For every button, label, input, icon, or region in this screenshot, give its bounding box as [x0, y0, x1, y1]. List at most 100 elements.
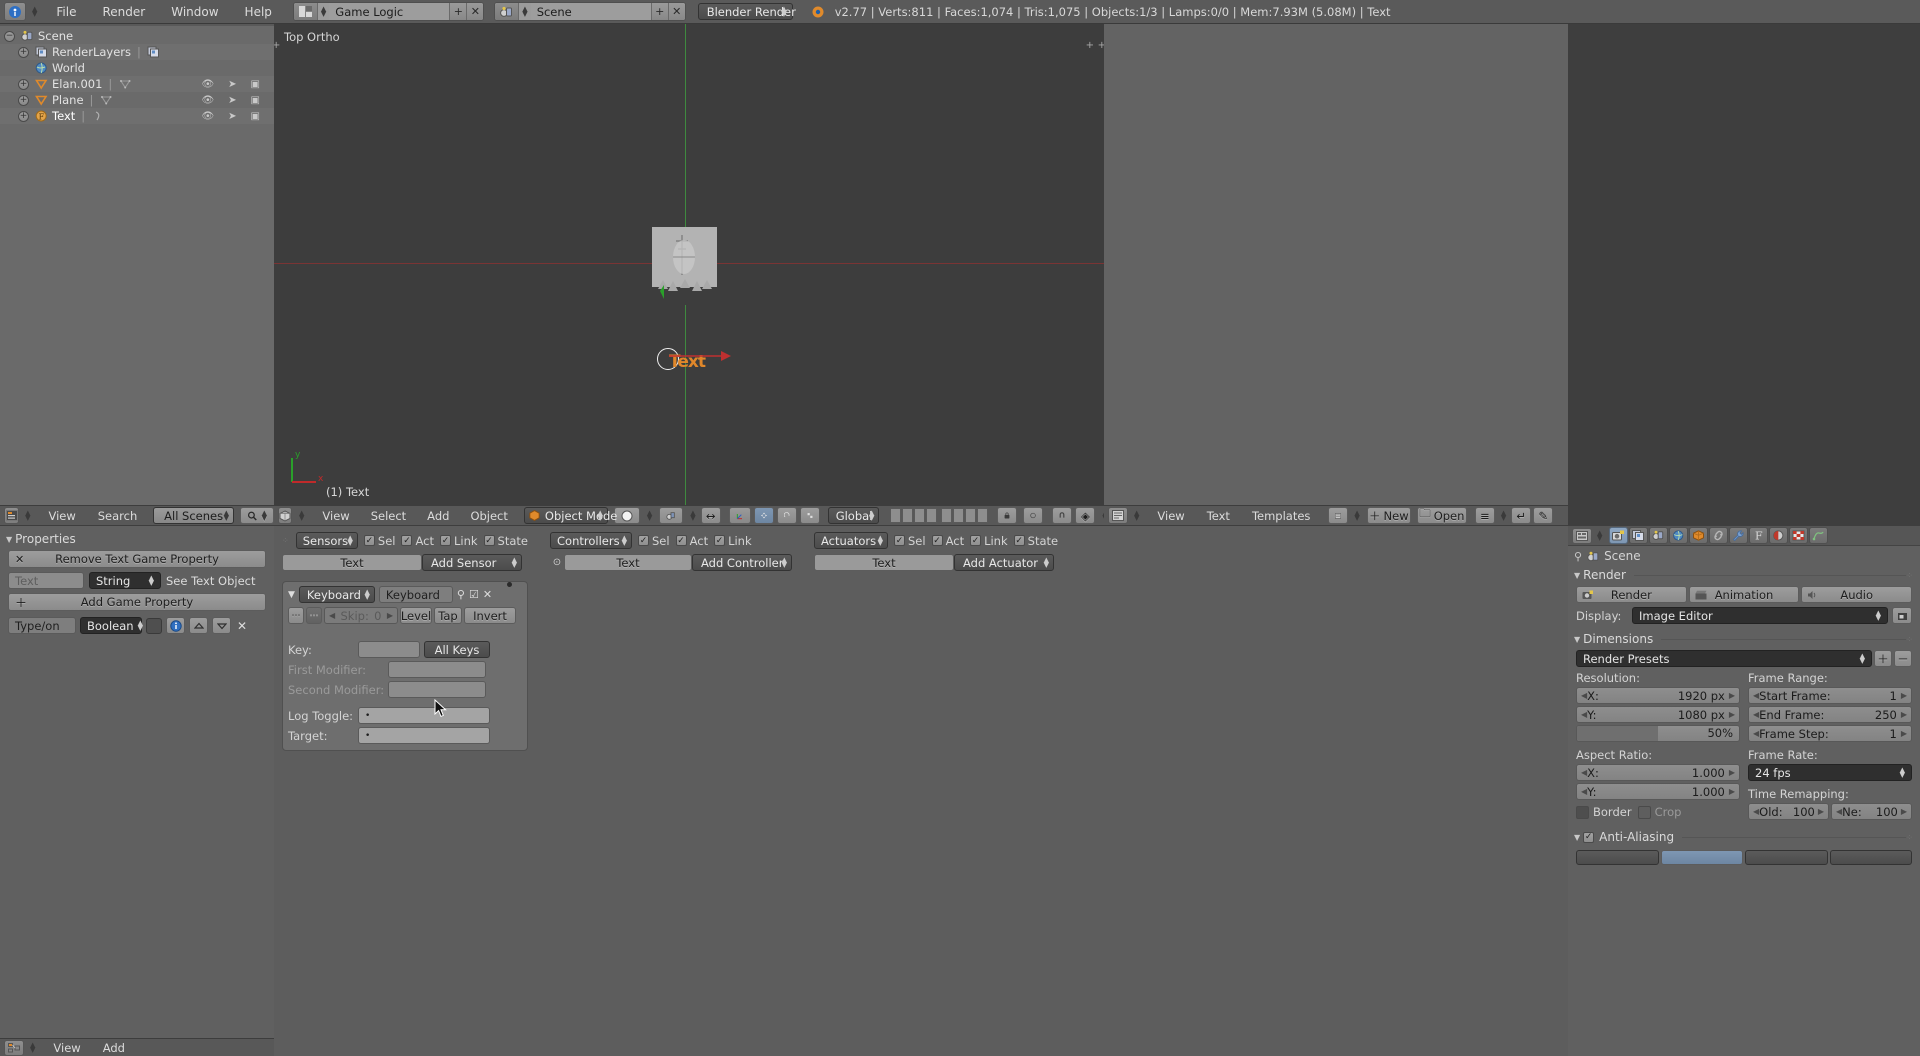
resolution-y-field[interactable]: ◀ Y: 1080 px ▶ — [1576, 706, 1740, 723]
pulse-true-level-icon[interactable]: ⋯ — [288, 607, 304, 624]
outliner-data-icon[interactable] — [118, 77, 132, 91]
actuators-object-name[interactable]: Text — [814, 554, 954, 571]
outliner-row-renderlayers[interactable]: + RenderLayers | — [0, 44, 274, 60]
viewport-type-spinner[interactable]: ▲ ▼ — [299, 509, 304, 521]
checkbox-icon[interactable]: ✓ — [931, 535, 943, 546]
texture-tab[interactable] — [1789, 527, 1809, 544]
text-datablock-icon[interactable] — [1328, 507, 1349, 524]
start-frame-field[interactable]: ◀ Start Frame: 1 ▶ — [1748, 687, 1912, 704]
property-type-select[interactable]: String ▲ ▼ — [89, 572, 161, 589]
restrict-select-icon[interactable]: ➤ — [228, 111, 236, 122]
crop-checkbox-row[interactable]: Crop — [1637, 805, 1681, 819]
increment-arrow-icon[interactable]: ▶ — [1729, 710, 1735, 719]
delete-screen-button[interactable]: ✕ — [466, 3, 484, 20]
display-lock-button[interactable] — [1892, 607, 1912, 624]
constraints-tab[interactable] — [1709, 527, 1729, 544]
restrict-render-icon[interactable]: ▣ — [251, 79, 260, 90]
viewport-menu-select[interactable]: Select — [362, 509, 415, 523]
audio-button[interactable]: Audio — [1801, 586, 1913, 603]
sensor-output-connector[interactable] — [507, 582, 512, 587]
viewport-editor-type-icon[interactable] — [278, 507, 292, 524]
layer-cell[interactable] — [902, 508, 914, 523]
scene-name-value[interactable]: Scene — [530, 3, 651, 20]
chevron-up-icon[interactable] — [189, 617, 208, 634]
add-sensor-spinner[interactable]: ▲ ▼ — [512, 556, 517, 568]
resolution-percent-slider[interactable]: 50% — [1576, 725, 1740, 742]
open-text-button[interactable]: 🗀 Open — [1416, 506, 1467, 524]
checkbox-icon[interactable] — [1637, 805, 1651, 819]
render-section-grip[interactable]: ⁘ — [1906, 571, 1914, 580]
outliner-search-icon[interactable]: ▲ ▼ — [240, 507, 274, 524]
outliner-search-spinner[interactable]: ▲ ▼ — [262, 509, 267, 521]
add-actuator-spinner[interactable]: ▲ ▼ — [1044, 556, 1049, 568]
increment-arrow-icon[interactable]: ▶ — [1901, 807, 1907, 816]
transform-orientation-selector[interactable]: Global ▲ ▼ — [827, 507, 880, 524]
add-controller-spinner[interactable]: ▲ ▼ — [782, 556, 787, 568]
outliner-editor-type-icon[interactable] — [4, 507, 20, 524]
add-game-property-button[interactable]: ＋ Add Game Property — [8, 593, 266, 611]
controllers-filter-act[interactable]: ✓ Act — [675, 534, 708, 548]
controllers-filter-select[interactable]: Controllers ▲ ▼ — [550, 532, 632, 549]
controllers-filter-spinner[interactable]: ▲ ▼ — [622, 534, 627, 546]
layer-cell[interactable] — [941, 508, 953, 523]
actuators-filter-sel[interactable]: ✓ Sel — [894, 534, 926, 548]
outliner-data-icon[interactable] — [147, 45, 161, 59]
manipulator-translate-button[interactable] — [753, 507, 774, 524]
remove-game-property-button[interactable]: ✕ Remove Text Game Property — [8, 550, 266, 568]
pivot-align-button[interactable]: ↔ — [700, 507, 721, 524]
properties-type-spinner[interactable]: ▲ ▼ — [1597, 529, 1602, 541]
text-editor-type-icon[interactable] — [1108, 507, 1128, 524]
sensor-name-input[interactable]: Keyboard — [378, 586, 453, 603]
physics-tab[interactable] — [1809, 527, 1829, 544]
text-options-spinner[interactable]: ▲ ▼ — [1501, 509, 1506, 521]
viewport-menu-add[interactable]: Add — [418, 509, 458, 523]
sensors-filter-link[interactable]: ✓ Link — [439, 534, 478, 548]
aspect-y-field[interactable]: ◀ Y: 1.000 ▶ — [1576, 783, 1740, 800]
checkbox-icon[interactable] — [1576, 805, 1589, 819]
aa-samples-11[interactable] — [1745, 850, 1828, 865]
proportional-edit-button[interactable] — [1023, 507, 1044, 524]
close-sensor-icon[interactable]: ✕ — [483, 588, 492, 601]
blender-logo-icon[interactable] — [4, 2, 26, 21]
viewport-menu-view[interactable]: View — [313, 509, 358, 523]
text-menu-view[interactable]: View — [1147, 509, 1194, 523]
mode-spinner[interactable]: ▲ ▼ — [598, 509, 603, 521]
sensor-expand-triangle-icon[interactable]: ▼ — [288, 590, 295, 600]
layer-cell[interactable] — [890, 508, 902, 523]
menu-help[interactable]: Help — [232, 0, 285, 24]
checkbox-icon[interactable]: ✓ — [714, 535, 726, 546]
sensor-second-modifier-input[interactable] — [388, 681, 486, 698]
outliner-row-elan-001[interactable]: + Elan.001 | 👁 ➤ ▣ — [0, 76, 274, 92]
add-preset-button[interactable]: ＋ — [1874, 650, 1892, 667]
outliner-display-spinner[interactable]: ▲ ▼ — [224, 509, 229, 521]
layer-cell[interactable] — [926, 508, 938, 523]
property-row-type-select[interactable]: Boolean ▲ ▼ — [80, 617, 143, 634]
text-menu-templates[interactable]: Templates — [1242, 509, 1320, 523]
pin-icon[interactable]: ⚲ — [1574, 550, 1582, 563]
antialiasing-section-header[interactable]: ▼ ✓ Anti-Aliasing ⁘ — [1568, 828, 1920, 846]
actuators-filter-spinner[interactable]: ▲ ▼ — [878, 534, 883, 546]
increment-arrow-icon[interactable]: ▶ — [1901, 691, 1907, 700]
sensor-log-toggle-input[interactable]: • — [358, 707, 490, 724]
data-tab[interactable]: F — [1749, 527, 1769, 544]
render-engine-spinner[interactable]: ▲ ▼ — [781, 5, 786, 17]
render-engine-selector[interactable]: Blender Render ▲ ▼ — [697, 3, 796, 20]
property-row-value-toggle[interactable] — [146, 617, 162, 634]
restrict-render-icon[interactable]: ▣ — [251, 95, 260, 106]
property-row-name-input[interactable]: Type/on — [8, 617, 76, 634]
increment-arrow-icon[interactable]: ▶ — [1729, 787, 1735, 796]
render-presets-spinner[interactable]: ▲ ▼ — [1860, 652, 1865, 664]
sensors-filter-select[interactable]: Sensors ▲ ▼ — [295, 532, 358, 549]
interaction-mode-selector[interactable]: Object Mode ▲ ▼ — [523, 507, 617, 524]
sensor-level-button[interactable]: Level — [400, 607, 432, 624]
text-menu-text[interactable]: Text — [1197, 509, 1240, 523]
manipulator-scale-button[interactable] — [799, 507, 820, 524]
layer-cell[interactable] — [914, 508, 926, 523]
add-controller-button[interactable]: Add Controller ▲ ▼ — [692, 554, 792, 571]
modifiers-tab[interactable] — [1729, 527, 1749, 544]
manipulator-arrow-x[interactable] — [669, 339, 734, 374]
expand-toggle-icon[interactable]: + — [18, 46, 29, 58]
text-editor-area[interactable] — [1104, 24, 1568, 505]
decrement-arrow-icon[interactable]: ◀ — [329, 611, 335, 620]
sensor-type-spinner[interactable]: ▲ ▼ — [365, 588, 370, 600]
